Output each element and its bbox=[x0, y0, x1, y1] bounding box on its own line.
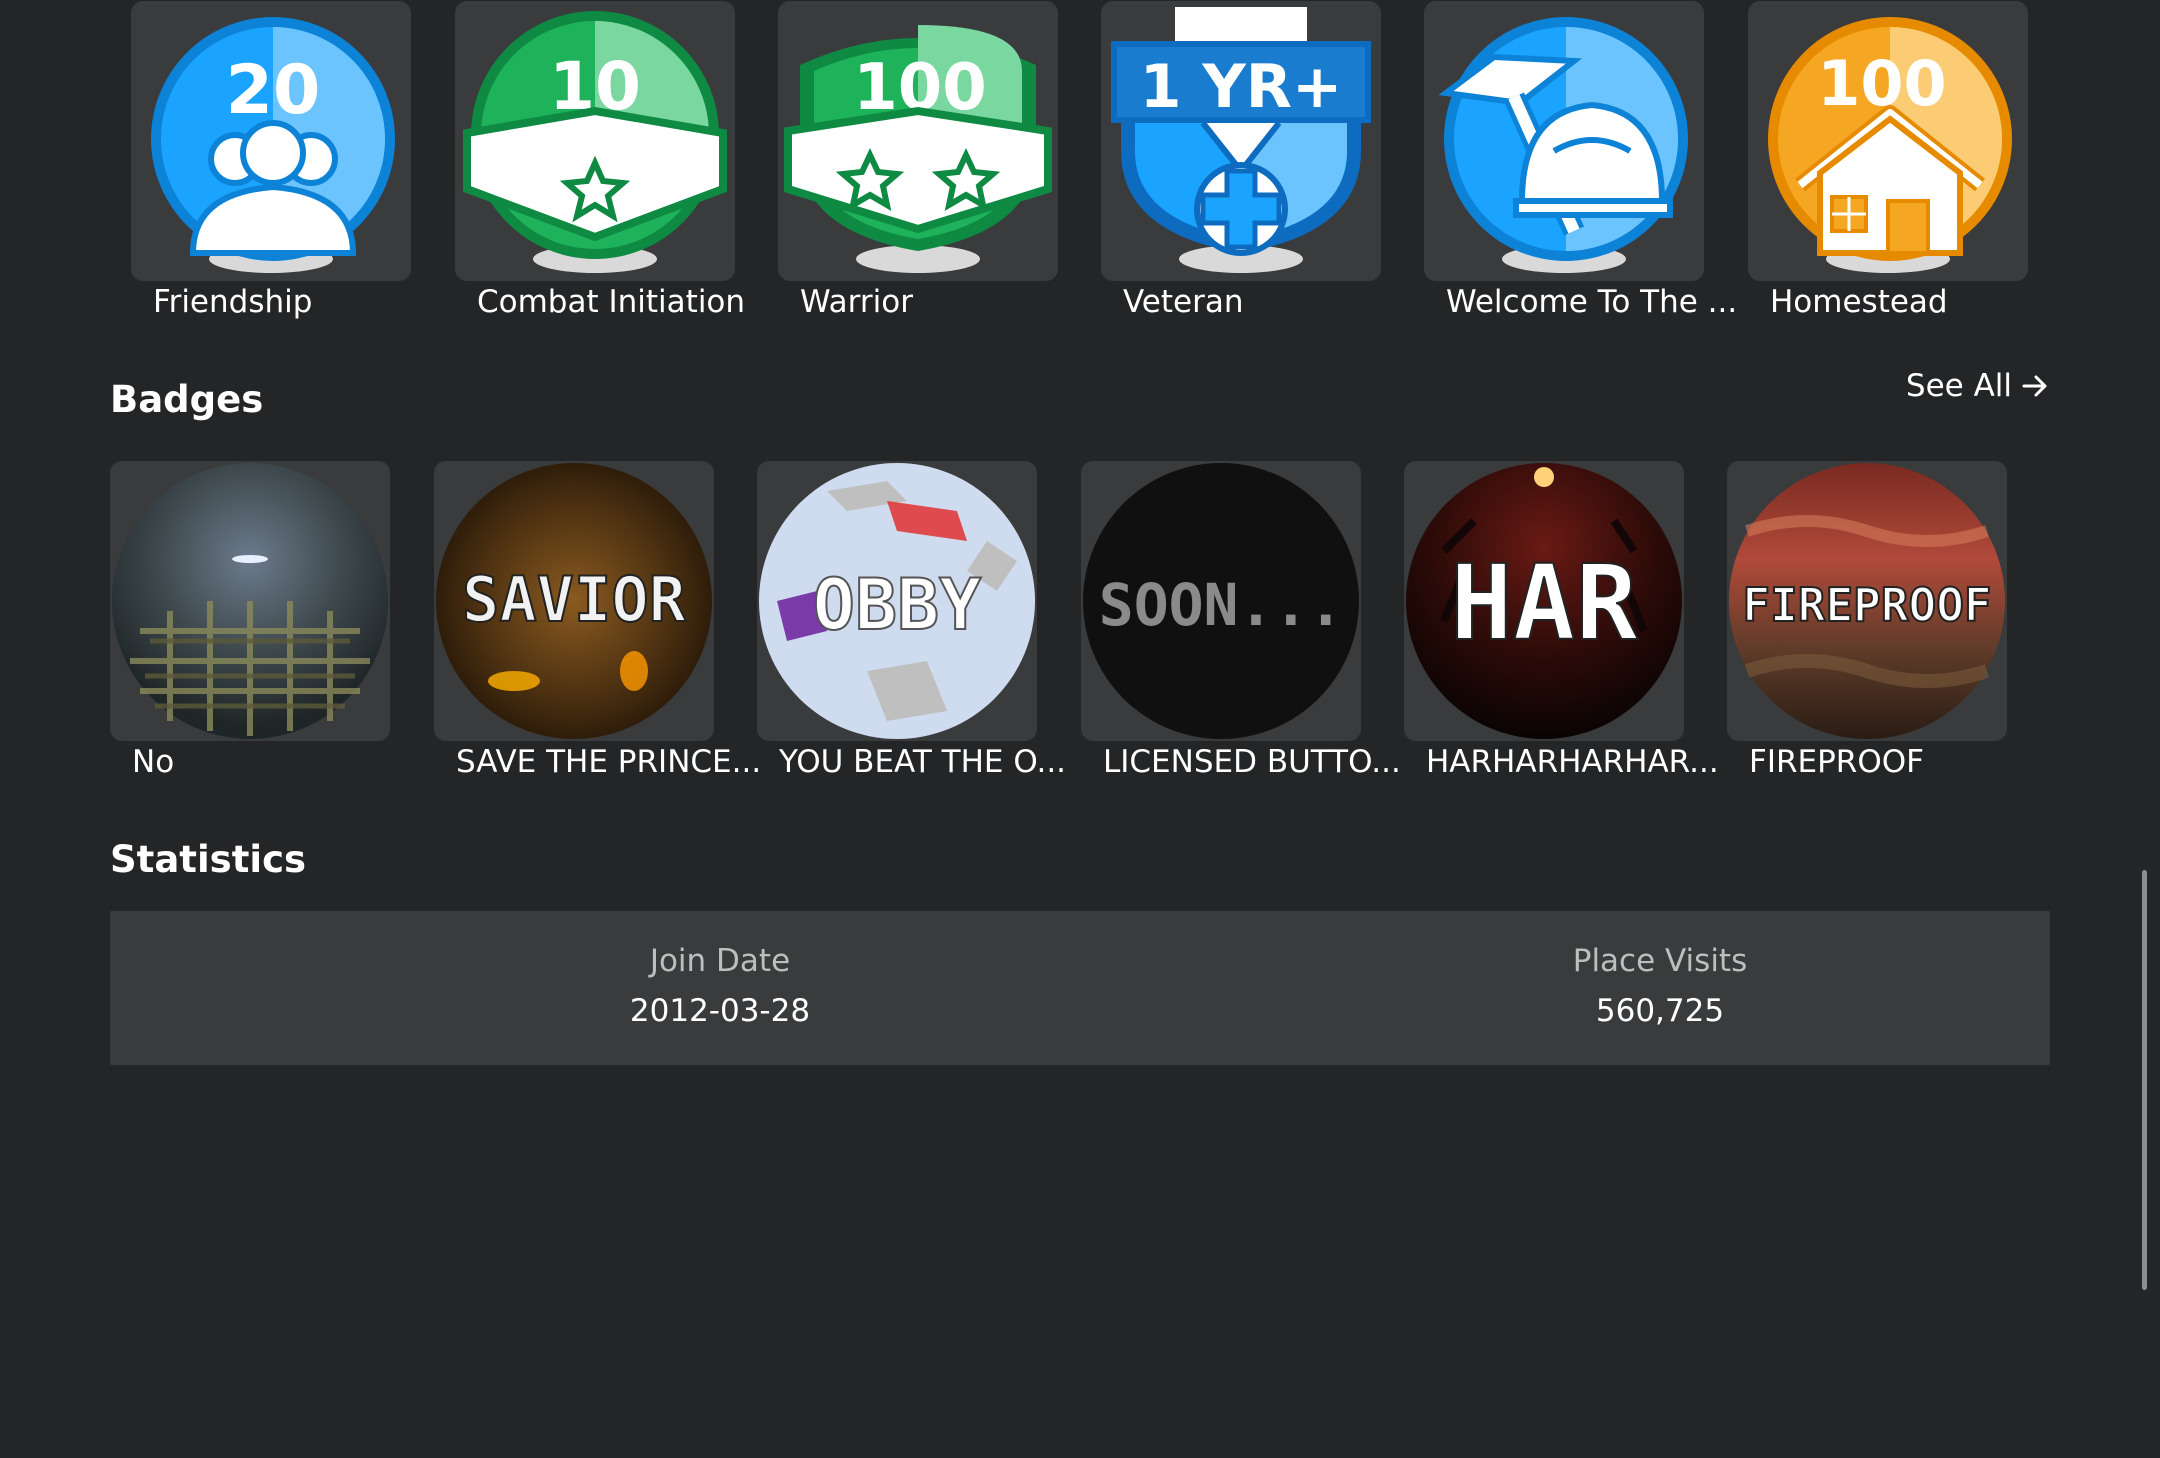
svg-text:FIREPROOF: FIREPROOF bbox=[1742, 578, 1991, 632]
award-badge-friendship[interactable]: 20 Friendship bbox=[131, 1, 411, 320]
badge-thumb[interactable]: HAR bbox=[1404, 461, 1684, 741]
badge-licensed-button[interactable]: SOON... LICENSED BUTTO... bbox=[1081, 461, 1401, 780]
award-badge-thumb[interactable]: 100 bbox=[1748, 1, 2028, 281]
svg-text:20: 20 bbox=[226, 51, 321, 130]
single-star-ribbon-icon: 10 bbox=[463, 11, 727, 273]
statistics-panel: Join Date 2012-03-28 Place Visits 560,72… bbox=[110, 911, 2050, 1065]
award-badge-thumb[interactable]: 10 bbox=[455, 1, 735, 281]
stat-join-date-label: Join Date bbox=[649, 943, 791, 979]
award-badge-thumb[interactable]: 100 bbox=[778, 1, 1058, 281]
double-star-ribbon-icon: 100 bbox=[784, 25, 1052, 273]
badge-thumb[interactable]: SOON... bbox=[1081, 461, 1361, 741]
badge-you-beat-the-obby[interactable]: OBBY YOU BEAT THE O... bbox=[757, 461, 1066, 780]
award-badge-thumb[interactable] bbox=[1424, 1, 1704, 281]
award-badge-label: Veteran bbox=[1123, 284, 1244, 320]
award-badge-label: Homestead bbox=[1770, 284, 1948, 320]
badge-thumb[interactable]: FIREPROOF bbox=[1727, 461, 2007, 741]
house-icon: 100 bbox=[1768, 17, 2012, 273]
badge-thumb[interactable] bbox=[110, 461, 390, 741]
builder-hat-hammer-icon bbox=[1438, 17, 1688, 273]
award-badge-welcome[interactable]: Welcome To The ... bbox=[1424, 1, 1737, 320]
badge-label: LICENSED BUTTO... bbox=[1103, 744, 1401, 780]
award-badge-label: Combat Initiation bbox=[477, 284, 746, 320]
section-title-statistics: Statistics bbox=[110, 838, 307, 881]
award-badge-label: Friendship bbox=[153, 284, 313, 320]
award-badge-thumb[interactable]: 20 bbox=[131, 1, 411, 281]
award-badge-label: Welcome To The ... bbox=[1446, 284, 1738, 320]
badge-harharharhar[interactable]: HAR HARHARHARHAR... bbox=[1404, 461, 1719, 780]
badge-save-the-prince[interactable]: SAVIOR SAVE THE PRINCE... bbox=[434, 461, 761, 780]
badge-no[interactable]: No bbox=[110, 461, 390, 780]
stat-place-visits-label: Place Visits bbox=[1572, 943, 1748, 979]
friends-icon: 20 bbox=[151, 17, 395, 273]
section-title-badges: Badges bbox=[110, 378, 264, 421]
scrollbar-thumb[interactable] bbox=[2142, 870, 2147, 1290]
veteran-medal-icon: 1 YR+ bbox=[1111, 7, 1371, 273]
badge-label: HARHARHARHAR... bbox=[1426, 744, 1719, 780]
award-badge-thumb[interactable]: 1 YR+ bbox=[1101, 1, 1381, 281]
badge-thumb[interactable]: SAVIOR bbox=[434, 461, 714, 741]
see-all-link[interactable]: See All bbox=[1906, 368, 2050, 404]
stat-join-date-value: 2012-03-28 bbox=[629, 993, 811, 1029]
award-badge-combat-initiation[interactable]: 10 Combat Initiation bbox=[455, 1, 745, 320]
badge-har-image: HAR bbox=[1406, 463, 1682, 739]
award-badge-warrior[interactable]: 100 Warrior bbox=[778, 1, 1058, 320]
badge-soon-image: SOON... bbox=[1083, 463, 1359, 739]
badge-label: SAVE THE PRINCE... bbox=[456, 744, 762, 780]
svg-text:1 YR+: 1 YR+ bbox=[1140, 52, 1343, 122]
badge-thumb[interactable]: OBBY bbox=[757, 461, 1037, 741]
svg-text:100: 100 bbox=[1817, 47, 1946, 120]
badge-savior-image: SAVIOR bbox=[436, 463, 712, 739]
svg-text:SAVIOR: SAVIOR bbox=[462, 563, 687, 636]
badge-label: YOU BEAT THE O... bbox=[779, 744, 1067, 780]
svg-text:SOON...: SOON... bbox=[1099, 571, 1343, 639]
arrow-right-icon bbox=[2022, 375, 2047, 397]
see-all-label: See All bbox=[1905, 368, 2012, 404]
badge-fireproof-image: FIREPROOF bbox=[1729, 463, 2005, 739]
award-badge-homestead[interactable]: 100 Homestead bbox=[1748, 1, 2028, 320]
stat-place-visits: Place Visits 560,725 bbox=[1460, 943, 1860, 1029]
stat-join-date: Join Date 2012-03-28 bbox=[520, 943, 920, 1029]
stat-place-visits-value: 560,725 bbox=[1595, 993, 1725, 1029]
svg-text:HAR: HAR bbox=[1450, 542, 1638, 664]
badge-label: FIREPROOF bbox=[1749, 744, 1924, 780]
badge-obby-image: OBBY bbox=[759, 463, 1035, 739]
badge-label: No bbox=[132, 744, 175, 780]
badge-maze-image bbox=[112, 463, 388, 739]
award-badge-label: Warrior bbox=[800, 284, 913, 320]
svg-text:OBBY: OBBY bbox=[813, 564, 982, 646]
badge-fireproof[interactable]: FIREPROOF FIREPROOF bbox=[1727, 461, 2007, 780]
award-badge-veteran[interactable]: 1 YR+ Veteran bbox=[1101, 1, 1381, 320]
